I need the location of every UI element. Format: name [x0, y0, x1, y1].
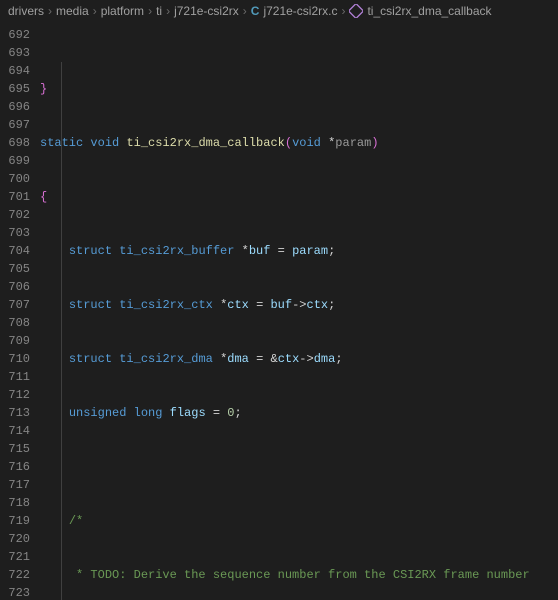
line-number: 714 [0, 422, 30, 440]
line-number: 717 [0, 476, 30, 494]
line-number: 700 [0, 170, 30, 188]
line-number: 709 [0, 332, 30, 350]
line-number-gutter: 692 693 694 695 696 697 698 699 700 701 … [0, 22, 40, 600]
line-number: 699 [0, 152, 30, 170]
chevron-right-icon: › [341, 4, 345, 18]
line-number: 722 [0, 566, 30, 584]
line-number: 710 [0, 350, 30, 368]
code-line[interactable]: * TODO: Derive the sequence number from … [40, 566, 558, 584]
line-number: 702 [0, 206, 30, 224]
c-file-icon: C [251, 4, 260, 18]
line-number: 695 [0, 80, 30, 98]
code-line[interactable]: { [40, 188, 558, 206]
code-line[interactable]: static void ti_csi2rx_dma_callback(void … [40, 134, 558, 152]
line-number: 696 [0, 98, 30, 116]
method-icon [349, 4, 363, 18]
line-number: 711 [0, 368, 30, 386]
line-number: 705 [0, 260, 30, 278]
line-number: 721 [0, 548, 30, 566]
chevron-right-icon: › [243, 4, 247, 18]
breadcrumb[interactable]: drivers › media › platform › ti › j721e-… [0, 0, 558, 22]
code-content[interactable]: } static void ti_csi2rx_dma_callback(voi… [40, 22, 558, 600]
line-number: 708 [0, 314, 30, 332]
breadcrumb-seg[interactable]: drivers [8, 4, 44, 18]
editor-area[interactable]: 692 693 694 695 696 697 698 699 700 701 … [0, 22, 558, 600]
code-line[interactable]: struct ti_csi2rx_dma *dma = &ctx->dma; [40, 350, 558, 368]
line-number: 716 [0, 458, 30, 476]
line-number: 719 [0, 512, 30, 530]
code-line[interactable]: } [40, 80, 558, 98]
line-number: 720 [0, 530, 30, 548]
line-number: 712 [0, 386, 30, 404]
line-number: 713 [0, 404, 30, 422]
breadcrumb-seg[interactable]: ti [156, 4, 162, 18]
line-number: 715 [0, 440, 30, 458]
line-number: 723 [0, 584, 30, 600]
line-number: 701 [0, 188, 30, 206]
breadcrumb-seg[interactable]: platform [101, 4, 144, 18]
line-number: 703 [0, 224, 30, 242]
code-line[interactable]: /* [40, 512, 558, 530]
chevron-right-icon: › [93, 4, 97, 18]
code-line[interactable]: struct ti_csi2rx_ctx *ctx = buf->ctx; [40, 296, 558, 314]
chevron-right-icon: › [166, 4, 170, 18]
line-number: 706 [0, 278, 30, 296]
breadcrumb-seg[interactable]: media [56, 4, 89, 18]
line-number: 704 [0, 242, 30, 260]
breadcrumb-file[interactable]: j721e-csi2rx.c [263, 4, 337, 18]
chevron-right-icon: › [48, 4, 52, 18]
chevron-right-icon: › [148, 4, 152, 18]
line-number: 718 [0, 494, 30, 512]
line-number: 692 [0, 26, 30, 44]
code-line[interactable] [40, 458, 558, 476]
breadcrumb-symbol[interactable]: ti_csi2rx_dma_callback [367, 4, 491, 18]
line-number: 693 [0, 44, 30, 62]
line-number: 707 [0, 296, 30, 314]
line-number: 697 [0, 116, 30, 134]
line-number: 698 [0, 134, 30, 152]
code-line[interactable]: struct ti_csi2rx_buffer *buf = param; [40, 242, 558, 260]
line-number: 694 [0, 62, 30, 80]
breadcrumb-seg[interactable]: j721e-csi2rx [174, 4, 239, 18]
code-line[interactable]: unsigned long flags = 0; [40, 404, 558, 422]
